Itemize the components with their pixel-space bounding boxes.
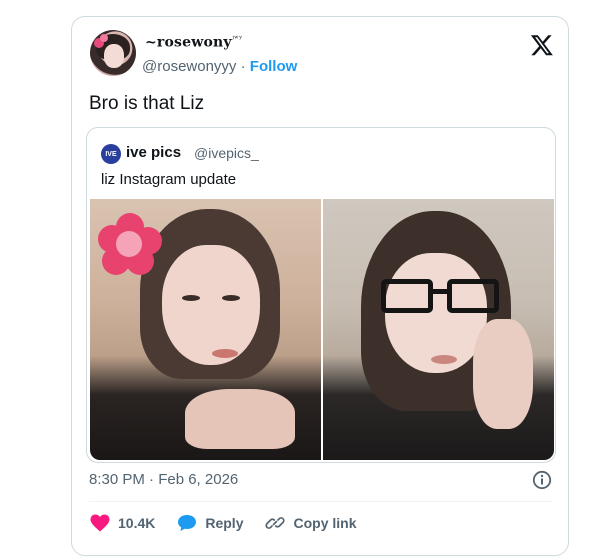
- quoted-avatar[interactable]: IVE: [101, 144, 121, 164]
- display-name-text: ~rosewony: [145, 34, 232, 51]
- quoted-handle[interactable]: @ivepics_: [194, 145, 259, 161]
- quoted-photo-2[interactable]: [323, 199, 554, 460]
- photo2-glasses: [381, 279, 501, 315]
- copy-link-button[interactable]: Copy link: [265, 513, 357, 533]
- avatar-flower-2: [100, 34, 108, 42]
- follow-link[interactable]: Follow: [250, 58, 298, 75]
- user-avatar[interactable]: [90, 30, 136, 76]
- like-button[interactable]: 10.4K: [90, 514, 155, 532]
- reply-bubble-icon: [178, 515, 197, 531]
- divider: [89, 501, 553, 502]
- info-icon[interactable]: [532, 470, 552, 490]
- quoted-text: liz Instagram update: [101, 171, 237, 188]
- photo1-eye-left: [182, 295, 200, 301]
- photo1-eye-right: [222, 295, 240, 301]
- quoted-photo-1[interactable]: [90, 199, 321, 460]
- photo1-hand: [185, 389, 295, 449]
- reply-button[interactable]: Reply: [177, 514, 243, 532]
- display-name[interactable]: ~rosewonyʲʷʸ: [145, 34, 243, 51]
- avatar-face: [104, 44, 124, 68]
- photo1-lips: [212, 349, 238, 358]
- handle-row: @rosewonyyy · Follow: [142, 58, 297, 75]
- tweet-timestamp[interactable]: 8:30 PM · Feb 6, 2026: [89, 471, 238, 488]
- like-count: 10.4K: [118, 515, 156, 531]
- photo2-hand: [473, 319, 533, 429]
- heart-icon: [90, 514, 110, 532]
- hibiscus-flower: [98, 213, 162, 277]
- reply-label: Reply: [205, 515, 244, 531]
- user-handle[interactable]: @rosewonyyy: [142, 58, 236, 75]
- quoted-tweet[interactable]: IVE ive pics @ivepics_ liz Instagram upd…: [86, 127, 556, 463]
- action-bar: 10.4K Reply Copy link: [90, 511, 379, 535]
- handle-separator: ·: [240, 58, 246, 75]
- tweet-text: Bro is that Liz: [89, 93, 205, 114]
- photo1-face: [162, 245, 260, 365]
- photo2-lips: [431, 355, 457, 364]
- x-logo-icon[interactable]: [530, 33, 554, 57]
- display-name-suffix: ʲʷʸ: [231, 34, 243, 43]
- link-icon: [265, 517, 286, 529]
- tweet-embed-card: ~rosewonyʲʷʸ @rosewonyyy · Follow Bro is…: [71, 16, 569, 556]
- quoted-name[interactable]: ive pics: [126, 144, 181, 161]
- copy-link-label: Copy link: [293, 515, 357, 531]
